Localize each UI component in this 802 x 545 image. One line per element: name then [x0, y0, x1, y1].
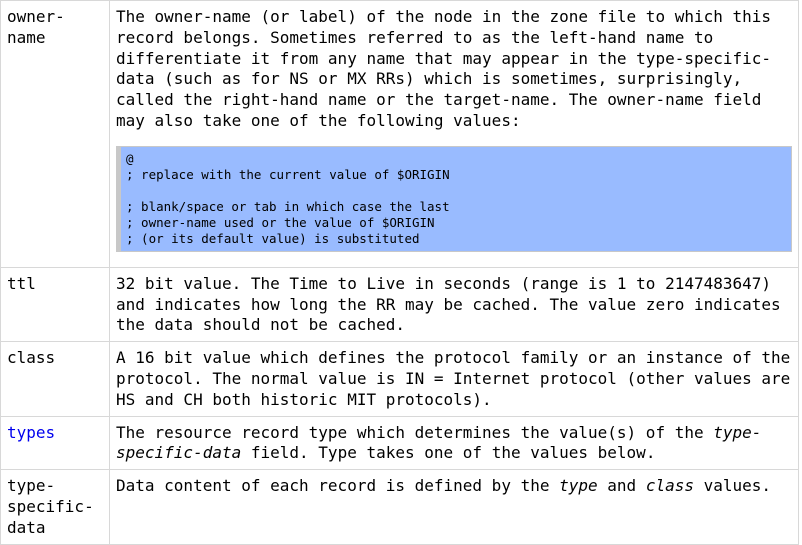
term-owner-name: owner-name — [0, 0, 110, 268]
description-cell: The owner-name (or label) of the node in… — [109, 0, 799, 268]
term-class: class — [0, 341, 110, 417]
code-line: ; blank/space or tab in which case the l… — [126, 198, 450, 214]
description-text: The resource record type which determine… — [116, 422, 714, 442]
code-block: @; replace with the current value of $OR… — [116, 145, 792, 252]
emphasis-text: type — [559, 476, 598, 496]
table-row: type-specific-data Data content of each … — [0, 469, 799, 545]
types-link[interactable]: types — [7, 423, 55, 442]
term-type-specific-data: type-specific-data — [0, 469, 110, 545]
description-text: values. — [693, 476, 772, 496]
description-class: A 16 bit value which defines the protoco… — [109, 341, 799, 417]
description-text: Data content of each record is defined b… — [116, 476, 560, 496]
description-owner-name: The owner-name (or label) of the node in… — [116, 7, 772, 130]
description-text: field. Type takes one of the values belo… — [241, 443, 656, 463]
code-line: ; (or its default value) is substituted — [126, 230, 420, 246]
term-types-cell: types — [0, 415, 110, 471]
field-definition-table: owner-name The owner-name (or label) of … — [0, 0, 799, 545]
table-row: class A 16 bit value which defines the p… — [0, 341, 799, 417]
code-line: @ — [126, 150, 134, 166]
description-type-specific-data: Data content of each record is defined b… — [109, 469, 799, 545]
code-line: ; owner-name used or the value of $ORIGI… — [126, 214, 435, 230]
description-types: The resource record type which determine… — [109, 415, 799, 471]
code-line: ; replace with the current value of $ORI… — [126, 166, 450, 182]
table-row: ttl 32 bit value. The Time to Live in se… — [0, 266, 799, 343]
description-ttl: 32 bit value. The Time to Live in second… — [109, 266, 799, 343]
table-row: owner-name The owner-name (or label) of … — [0, 0, 799, 268]
term-ttl: ttl — [0, 266, 110, 343]
table-row: types The resource record type which det… — [0, 415, 799, 471]
description-text: and — [597, 476, 646, 496]
emphasis-text: class — [645, 476, 694, 496]
